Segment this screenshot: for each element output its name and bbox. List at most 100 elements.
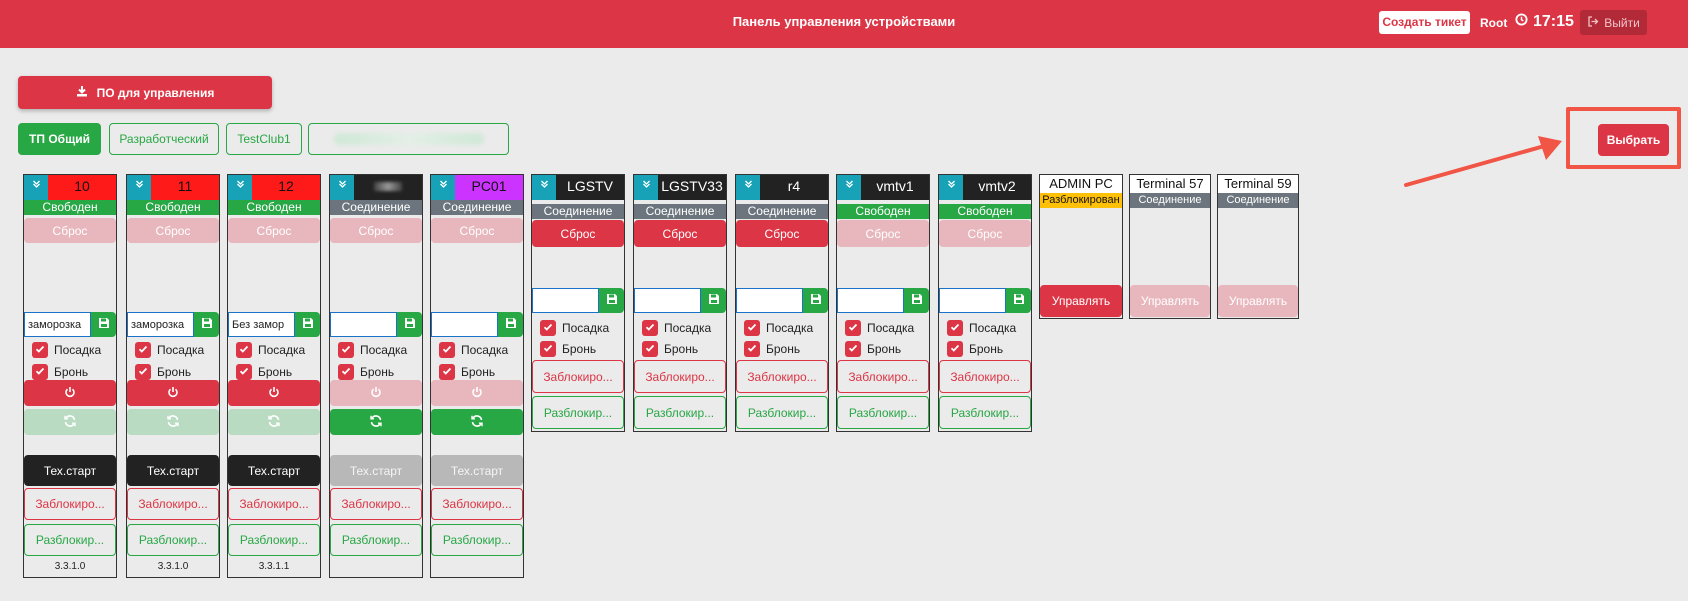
expand-toggle[interactable] [431,175,455,200]
checkbox[interactable] [135,342,151,358]
refresh-button[interactable] [24,409,116,435]
reservation-checkbox[interactable]: Бронь [135,364,191,380]
expand-toggle[interactable] [634,175,658,200]
config-input[interactable] [634,288,701,313]
config-input[interactable] [228,312,295,337]
unblock-button[interactable]: Разблокир... [24,524,116,556]
expand-toggle[interactable] [228,175,252,200]
reservation-checkbox[interactable]: Бронь [439,364,495,380]
refresh-button[interactable] [431,409,523,435]
checkbox[interactable] [744,341,760,357]
expand-toggle[interactable] [736,175,760,200]
save-button[interactable] [397,312,422,337]
reservation-checkbox[interactable]: Бронь [947,341,1003,357]
config-input[interactable] [939,288,1006,313]
group-tab-dev[interactable]: Разработческий [109,123,219,155]
group-tab-general[interactable]: ТП Общий [18,123,101,155]
unblock-button[interactable]: Разблокир... [736,396,828,429]
manage-button[interactable]: Управлять [1218,285,1298,317]
save-button[interactable] [295,312,320,337]
boarding-checkbox[interactable]: Посадка [642,320,711,336]
boarding-checkbox[interactable]: Посадка [845,320,914,336]
manage-button[interactable]: Управлять [1040,285,1122,317]
block-button[interactable]: Заблокиро... [532,360,624,393]
expand-toggle[interactable] [939,175,963,200]
unblock-button[interactable]: Разблокир... [330,524,422,556]
refresh-button[interactable] [228,409,320,435]
checkbox[interactable] [744,320,760,336]
checkbox[interactable] [135,364,151,380]
config-input[interactable] [532,288,599,313]
reset-button[interactable]: Сброс [330,218,422,243]
checkbox[interactable] [439,342,455,358]
unblock-button[interactable]: Разблокир... [837,396,929,429]
save-button[interactable] [91,312,116,337]
manage-button[interactable]: Управлять [1130,285,1210,317]
config-input[interactable] [431,312,498,337]
refresh-button[interactable] [127,409,219,435]
reset-button[interactable]: Сброс [127,218,219,243]
checkbox[interactable] [32,342,48,358]
boarding-checkbox[interactable]: Посадка [439,342,508,358]
reset-button[interactable]: Сброс [532,220,624,247]
config-input[interactable] [330,312,397,337]
tech-start-button[interactable]: Тех.старт [127,455,219,486]
tech-start-button[interactable]: Тех.старт [24,455,116,486]
reservation-checkbox[interactable]: Бронь [642,341,698,357]
expand-toggle[interactable] [127,175,151,200]
checkbox[interactable] [236,364,252,380]
save-button[interactable] [599,288,624,313]
power-button[interactable] [127,380,219,406]
power-button[interactable] [330,380,422,406]
checkbox[interactable] [439,364,455,380]
block-button[interactable]: Заблокиро... [127,488,219,520]
block-button[interactable]: Заблокиро... [837,360,929,393]
config-input[interactable] [736,288,803,313]
expand-toggle[interactable] [532,175,556,200]
create-ticket-button[interactable]: Создать тикет [1379,11,1470,34]
unblock-button[interactable]: Разблокир... [228,524,320,556]
checkbox[interactable] [642,320,658,336]
save-button[interactable] [1006,288,1031,313]
reservation-checkbox[interactable]: Бронь [744,341,800,357]
power-button[interactable] [431,380,523,406]
reset-button[interactable]: Сброс [634,220,726,247]
group-tab-hidden[interactable] [308,123,509,155]
unblock-button[interactable]: Разблокир... [127,524,219,556]
save-button[interactable] [803,288,828,313]
unblock-button[interactable]: Разблокир... [532,396,624,429]
reset-button[interactable]: Сброс [837,220,929,247]
unblock-button[interactable]: Разблокир... [431,524,523,556]
unblock-button[interactable]: Разблокир... [939,396,1031,429]
download-software-button[interactable]: ПО для управления [18,76,272,109]
block-button[interactable]: Заблокиро... [24,488,116,520]
power-button[interactable] [228,380,320,406]
checkbox[interactable] [845,320,861,336]
tech-start-button[interactable]: Тех.старт [431,455,523,486]
config-input[interactable] [127,312,194,337]
power-button[interactable] [24,380,116,406]
block-button[interactable]: Заблокиро... [228,488,320,520]
logout-button[interactable]: Выйти [1580,10,1647,35]
checkbox[interactable] [947,320,963,336]
checkbox[interactable] [338,364,354,380]
refresh-button[interactable] [330,409,422,435]
boarding-checkbox[interactable]: Посадка [236,342,305,358]
reservation-checkbox[interactable]: Бронь [338,364,394,380]
expand-toggle[interactable] [24,175,48,200]
unblock-button[interactable]: Разблокир... [634,396,726,429]
block-button[interactable]: Заблокиро... [736,360,828,393]
reset-button[interactable]: Сброс [228,218,320,243]
expand-toggle[interactable] [330,175,354,200]
reservation-checkbox[interactable]: Бронь [32,364,88,380]
save-button[interactable] [498,312,523,337]
config-input[interactable] [837,288,904,313]
boarding-checkbox[interactable]: Посадка [32,342,101,358]
reservation-checkbox[interactable]: Бронь [236,364,292,380]
checkbox[interactable] [32,364,48,380]
block-button[interactable]: Заблокиро... [634,360,726,393]
boarding-checkbox[interactable]: Посадка [135,342,204,358]
boarding-checkbox[interactable]: Посадка [744,320,813,336]
reset-button[interactable]: Сброс [736,220,828,247]
group-tab-testclub1[interactable]: TestClub1 [226,123,302,155]
